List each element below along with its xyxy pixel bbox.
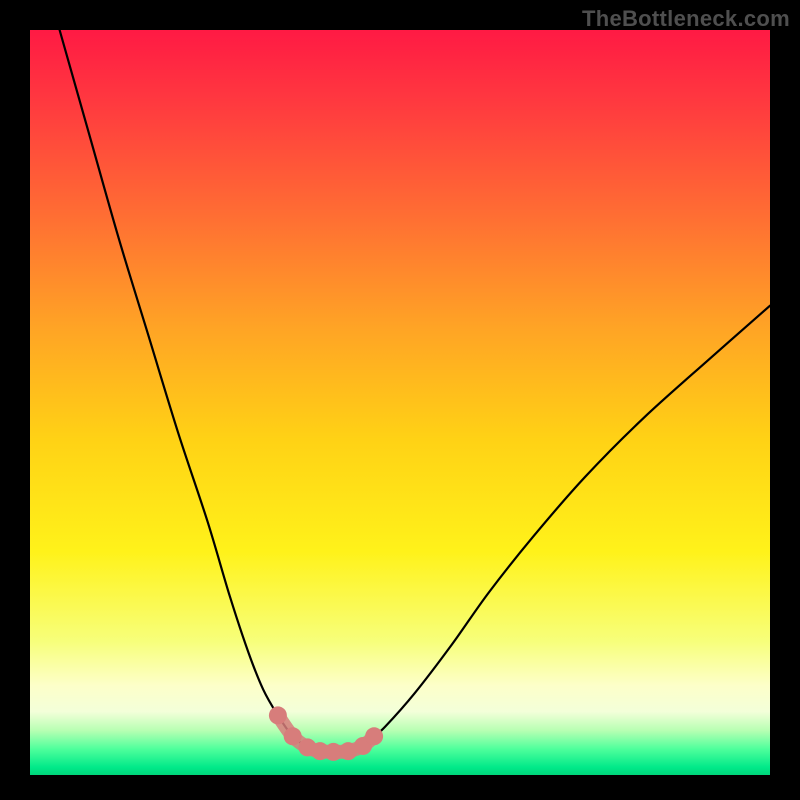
highlight-dot [269, 706, 287, 724]
highlight-dot [284, 727, 302, 745]
highlight-dot [365, 727, 383, 745]
bottleneck-chart [0, 0, 800, 800]
chart-container: { "watermark": "TheBottleneck.com", "cha… [0, 0, 800, 800]
watermark-text: TheBottleneck.com [582, 6, 790, 32]
